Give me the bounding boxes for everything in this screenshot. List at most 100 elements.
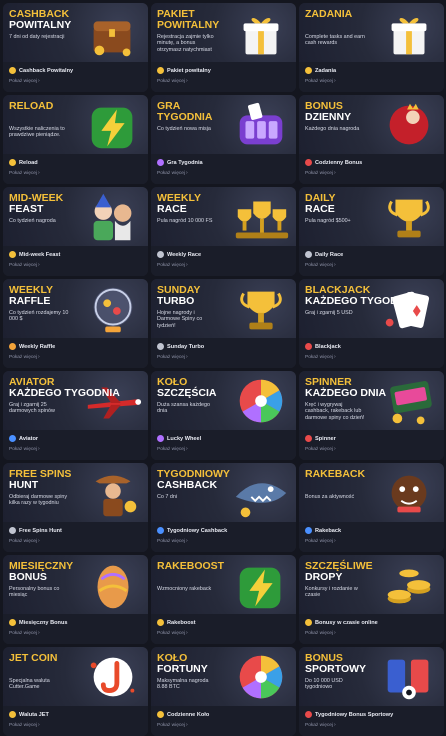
promo-card[interactable]: WEEKLY RACE Pula nagród 10 000 FS Weekly Ra… bbox=[151, 187, 296, 276]
promo-badge-icon bbox=[9, 711, 16, 718]
show-more-link[interactable]: Pokaż więcej › bbox=[157, 722, 290, 728]
show-more-link[interactable]: Pokaż więcej › bbox=[9, 78, 142, 84]
show-more-link[interactable]: Pokaż więcej › bbox=[9, 538, 142, 544]
promo-card[interactable]: FREE SPINS HUNT Odbieraj darmowe spiny kil… bbox=[3, 463, 148, 552]
promo-title: AVIATOR KAŻDEGO TYGODNIA bbox=[9, 377, 120, 399]
show-more-link[interactable]: Pokaż więcej › bbox=[305, 722, 438, 728]
promo-title: RELOAD bbox=[9, 101, 53, 112]
promo-footer: Rakeboost Pokaż więcej › bbox=[151, 614, 296, 644]
lightning-icon bbox=[230, 559, 292, 611]
promo-card[interactable]: SUNDAY TURBO Hojne nagrody i Darmowe Spiny… bbox=[151, 279, 296, 368]
promo-card[interactable]: SPINNER KAŻDEGO DNIA Kręć i wygrywaj cashb… bbox=[299, 371, 444, 460]
promo-footer: Free Spins Hunt Pokaż więcej › bbox=[3, 522, 148, 552]
promo-title-rest: SZCZĘŚCIA bbox=[157, 387, 217, 399]
promo-card[interactable]: MID-WEEK FEAST Co tydzień nagroda Mid-week … bbox=[3, 187, 148, 276]
show-more-label: Pokaż więcej bbox=[9, 262, 37, 268]
promo-title-accent: JET COIN bbox=[9, 652, 58, 664]
show-more-link[interactable]: Pokaż więcej › bbox=[157, 630, 290, 636]
promo-badge: Codzienny Bonus bbox=[305, 157, 438, 168]
show-more-link[interactable]: Pokaż więcej › bbox=[305, 538, 438, 544]
show-more-link[interactable]: Pokaż więcej › bbox=[157, 354, 290, 360]
show-more-link[interactable]: Pokaż więcej › bbox=[305, 78, 438, 84]
promo-card[interactable]: BLACKJACK KAŻDEGO TYGODNIA Graj i zgarnij … bbox=[299, 279, 444, 368]
promo-description: Co tydzień nagroda bbox=[9, 218, 56, 224]
show-more-link[interactable]: Pokaż więcej › bbox=[9, 262, 142, 268]
promo-card[interactable]: RAKEBACK Bonus za aktywność Rakeback Pokaż … bbox=[299, 463, 444, 552]
show-more-label: Pokaż więcej bbox=[9, 446, 37, 452]
promo-footer: Tygodniowy Cashback Pokaż więcej › bbox=[151, 522, 296, 552]
promo-footer: Bonusy w czasie online Pokaż więcej › bbox=[299, 614, 444, 644]
promo-banner: JET COIN Specjalna waluta Cutter.Game bbox=[3, 647, 148, 706]
show-more-link[interactable]: Pokaż więcej › bbox=[9, 446, 142, 452]
promo-badge-icon bbox=[9, 159, 16, 166]
promo-card[interactable]: GRA TYGODNIA Co tydzień nowa misja Gra Tyg… bbox=[151, 95, 296, 184]
promo-description: Pula nagród 10 000 FS bbox=[157, 218, 213, 224]
show-more-link[interactable]: Pokaż więcej › bbox=[305, 170, 438, 176]
promo-card[interactable]: WEEKLY RAFFLE Co tydzień rozdajemy 10 000 … bbox=[3, 279, 148, 368]
promo-card[interactable]: CASHBACK POWITALNY 7 dni od daty rejestrac… bbox=[3, 3, 148, 92]
promo-card[interactable]: BONUS SPORTOWY Do 10 000 USD tygodniowo Tyg… bbox=[299, 647, 444, 736]
show-more-link[interactable]: Pokaż więcej › bbox=[9, 722, 142, 728]
show-more-link[interactable]: Pokaż więcej › bbox=[305, 446, 438, 452]
promo-badge-label: Mid-week Feast bbox=[19, 251, 61, 258]
promo-card[interactable]: BONUS DZIENNY Każdego dnia nagroda Codzienn… bbox=[299, 95, 444, 184]
promo-card[interactable]: RELOAD Wszystkie naliczenia to prawdziwe … bbox=[3, 95, 148, 184]
show-more-label: Pokaż więcej bbox=[157, 630, 185, 636]
show-more-link[interactable]: Pokaż więcej › bbox=[9, 354, 142, 360]
promo-footer: Cashback Powitalny Pokaż więcej › bbox=[3, 62, 148, 92]
show-more-link[interactable]: Pokaż więcej › bbox=[157, 262, 290, 268]
promo-card[interactable]: DAILY RACE Pula nagród $500+ Daily Race Poka… bbox=[299, 187, 444, 276]
promo-badge: Pakiet powitalny bbox=[157, 65, 290, 76]
characters-icon bbox=[82, 191, 144, 243]
slot-machine-icon bbox=[230, 99, 292, 151]
promo-description: Graj i zgarnij 25 darmowych spinów bbox=[9, 402, 55, 415]
promo-card[interactable]: RAKEBOOST Wzmocniony rakeback Rakeboost Pok… bbox=[151, 555, 296, 644]
show-more-link[interactable]: Pokaż więcej › bbox=[157, 78, 290, 84]
promo-card[interactable]: PAKIET POWITALNY Rejestracja zajmie tylko… bbox=[151, 3, 296, 92]
show-more-link[interactable]: Pokaż więcej › bbox=[157, 446, 290, 452]
show-more-link[interactable]: Pokaż więcej › bbox=[9, 630, 142, 636]
promotions-grid: CASHBACK POWITALNY 7 dni od daty rejestrac… bbox=[3, 3, 444, 736]
show-more-link[interactable]: Pokaż więcej › bbox=[305, 354, 438, 360]
promo-badge-label: Daily Race bbox=[315, 251, 344, 258]
show-more-link[interactable]: Pokaż więcej › bbox=[157, 170, 290, 176]
show-more-label: Pokaż więcej bbox=[9, 78, 37, 84]
show-more-link[interactable]: Pokaż więcej › bbox=[157, 538, 290, 544]
gift-box-icon bbox=[378, 7, 440, 59]
chevron-right-icon: › bbox=[334, 262, 336, 268]
promo-description: Konkursy i rozdanie w czasie bbox=[305, 586, 358, 599]
promo-badge: Bonusy w czasie online bbox=[305, 617, 438, 628]
promo-badge: Miesięczny Bonus bbox=[9, 617, 142, 628]
promo-card[interactable]: SZCZĘŚLIWE DROPY Konkursy i rozdanie w cza… bbox=[299, 555, 444, 644]
promo-title-rest: BONUS bbox=[9, 571, 47, 583]
show-more-link[interactable]: Pokaż więcej › bbox=[9, 170, 142, 176]
promo-card[interactable]: MIESIĘCZNY BONUS Personalny bonus co miesi… bbox=[3, 555, 148, 644]
promo-title-accent: RELOAD bbox=[9, 100, 54, 112]
show-more-label: Pokaż więcej bbox=[9, 722, 37, 728]
promo-footer: Zadania Pokaż więcej › bbox=[299, 62, 444, 92]
promo-card[interactable]: AVIATOR KAŻDEGO TYGODNIA Graj i zgarnij 25… bbox=[3, 371, 148, 460]
promo-description: Personalny bonus co miesiąc bbox=[9, 586, 60, 599]
promo-card[interactable]: TYGODNIOWY CASHBACK Co 7 dni Tygodniowy Cas… bbox=[151, 463, 296, 552]
promo-badge-icon bbox=[9, 619, 16, 626]
promo-card[interactable]: KOŁO SZCZĘŚCIA Duża szansa każdego dnia Luc… bbox=[151, 371, 296, 460]
promo-card[interactable]: ZADANIA Complete tasks and earn cash rewa… bbox=[299, 3, 444, 92]
show-more-link[interactable]: Pokaż więcej › bbox=[305, 262, 438, 268]
promo-description: Complete tasks and earn cash rewards bbox=[305, 34, 365, 47]
promo-card[interactable]: KOŁO FORTUNY Maksymalna nagroda 8.88 BTC Co… bbox=[151, 647, 296, 736]
show-more-label: Pokaż więcej bbox=[157, 354, 185, 360]
promo-banner: BONUS SPORTOWY Do 10 000 USD tygodniowo bbox=[299, 647, 444, 706]
promo-description: Co 7 dni bbox=[157, 494, 178, 500]
promo-card[interactable]: JET COIN Specjalna waluta Cutter.Game Walu… bbox=[3, 647, 148, 736]
trophy-icon bbox=[230, 283, 292, 335]
promo-footer: Gra Tygodnia Pokaż więcej › bbox=[151, 154, 296, 184]
promo-badge-label: Blackjack bbox=[315, 343, 341, 350]
show-more-label: Pokaż więcej bbox=[305, 446, 333, 452]
show-more-label: Pokaż więcej bbox=[9, 538, 37, 544]
show-more-link[interactable]: Pokaż więcej › bbox=[305, 630, 438, 636]
promo-badge-icon bbox=[305, 251, 312, 258]
promo-badge-label: Waluta JET bbox=[19, 711, 49, 718]
promo-description: Wszystkie naliczenia to prawdziwe pienią… bbox=[9, 126, 65, 139]
promo-footer: Blackjack Pokaż więcej › bbox=[299, 338, 444, 368]
shark-icon bbox=[230, 467, 292, 519]
